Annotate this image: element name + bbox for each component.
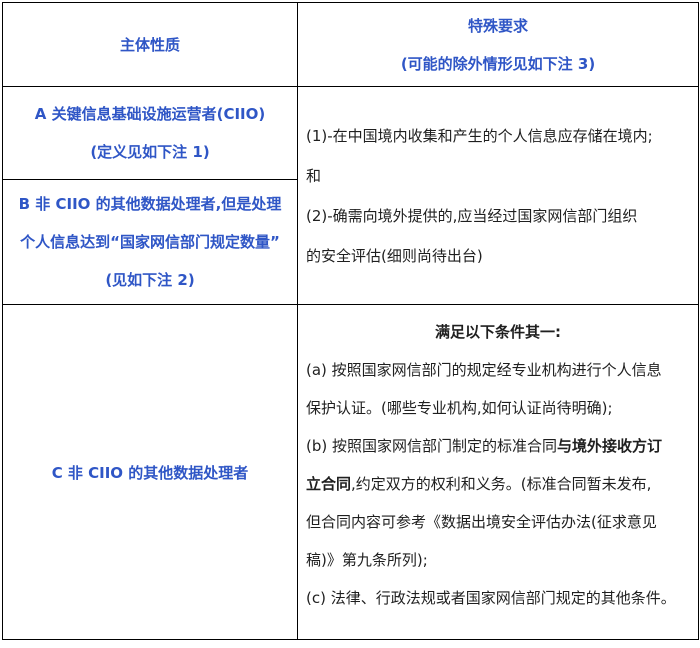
c-req-b-line1-pre: (b) 按照国家网信部门制定的标准合同 xyxy=(306,437,557,455)
c-req-a-line2: 保护认证。(哪些专业机构,如何认证尚待明确); xyxy=(306,399,613,417)
c-req-option-a: (a) 按照国家网信部门的规定经专业机构进行个人信息 保护认证。(哪些专业机构,… xyxy=(298,351,698,427)
c-req-b-line2: 立合同,约定双方的权利和义务。(标准合同暂未发布, xyxy=(306,465,696,503)
non-ciio-threshold-line3: (见如下注 2) xyxy=(105,271,195,289)
requirements-table: 主体性质 特殊要求 (可能的除外情形见如下注 3) A 关键信息基础设施运营者(… xyxy=(2,2,699,640)
ab-req-line1: (1)-在中国境内收集和产生的个人信息应存储在境内; xyxy=(306,126,653,145)
cell-ab-requirements: (1)-在中国境内收集和产生的个人信息应存储在境内; 和 (2)-确需向境外提供… xyxy=(297,86,699,305)
c-req-b-line3: 但合同内容可参考《数据出境安全评估办法(征求意见 xyxy=(306,513,657,531)
c-req-b-line4: 稿)》第九条所列); xyxy=(306,551,428,569)
non-ciio-other-label: C 非 CIIO 的其他数据处理者 xyxy=(51,463,249,482)
non-ciio-threshold-line1: B 非 CIIO 的其他数据处理者,但是处理 xyxy=(18,195,282,213)
c-req-option-c: (c) 法律、行政法规或者国家网信部门规定的其他条件。 xyxy=(298,579,698,617)
header-special-requirements: 特殊要求 (可能的除外情形见如下注 3) xyxy=(297,2,699,87)
c-req-title: 满足以下条件其一: xyxy=(435,323,561,341)
ciio-subject-line2: (定义见如下注 1) xyxy=(90,143,210,161)
c-req-option-b: (b) 按照国家网信部门制定的标准合同与境外接收方订 立合同,约定双方的权利和义… xyxy=(298,427,698,579)
ab-req-line2: 和 xyxy=(306,166,322,185)
ciio-subject-line1: A 关键信息基础设施运营者(CIIO) xyxy=(34,105,266,123)
cell-ciio-subject: A 关键信息基础设施运营者(CIIO) (定义见如下注 1) xyxy=(2,86,298,180)
c-req-b-line1: (b) 按照国家网信部门制定的标准合同与境外接收方订 xyxy=(306,427,696,465)
c-req-b-line2-bold: 立合同 xyxy=(306,475,352,493)
row-non-ciio-other: C 非 CIIO 的其他数据处理者 满足以下条件其一: (a) 按照国家网信部门… xyxy=(2,304,699,640)
header-exception-note: (可能的除外情形见如下注 3) xyxy=(400,54,596,73)
non-ciio-threshold-line2: 个人信息达到“国家网信部门规定数量” xyxy=(20,233,280,251)
header-subject-type: 主体性质 xyxy=(2,2,298,87)
cell-c-requirements: 满足以下条件其一: (a) 按照国家网信部门的规定经专业机构进行个人信息 保护认… xyxy=(297,304,699,640)
header-row: 主体性质 特殊要求 (可能的除外情形见如下注 3) xyxy=(2,2,699,87)
c-req-a-line1: (a) 按照国家网信部门的规定经专业机构进行个人信息 xyxy=(306,361,662,379)
header-subject-type-text: 主体性质 xyxy=(119,36,180,54)
ab-req-line4: 的安全评估(细则尚待出台) xyxy=(306,246,483,265)
c-req-c-line1: (c) 法律、行政法规或者国家网信部门规定的其他条件。 xyxy=(306,589,676,607)
row-ciio: A 关键信息基础设施运营者(CIIO) (定义见如下注 1) (1)-在中国境内… xyxy=(2,86,699,305)
c-req-b-line1-bold: 与境外接收方订 xyxy=(557,437,663,455)
c-req-b-line2-post: ,约定双方的权利和义务。(标准合同暂未发布, xyxy=(351,475,652,493)
cell-non-ciio-threshold-subject: B 非 CIIO 的其他数据处理者,但是处理 个人信息达到“国家网信部门规定数量… xyxy=(2,179,298,305)
ab-req-line3: (2)-确需向境外提供的,应当经过国家网信部门组织 xyxy=(306,206,638,225)
header-special-requirements-title: 特殊要求 xyxy=(467,16,528,35)
cell-non-ciio-other-subject: C 非 CIIO 的其他数据处理者 xyxy=(2,304,298,640)
